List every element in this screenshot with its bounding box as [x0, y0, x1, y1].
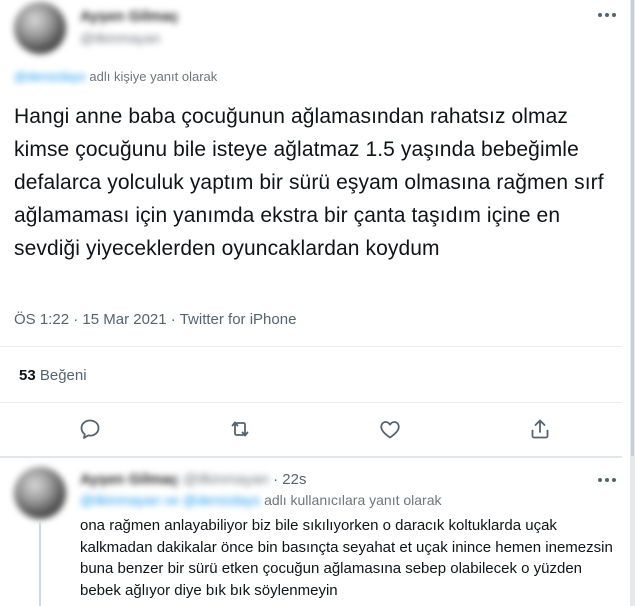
likes-label: Beğeni — [39, 367, 87, 384]
reply-button[interactable] — [77, 416, 103, 442]
reply-avatar[interactable] — [14, 467, 66, 519]
like-button[interactable] — [377, 416, 403, 442]
like-icon — [380, 421, 400, 439]
retweet-button[interactable] — [227, 416, 253, 442]
reply-context: @ilkinmayan ve @denizdays adlı kullanıcı… — [80, 492, 442, 508]
tweet-text: Hangi anne baba çocuğunun ağlamasından r… — [14, 105, 604, 260]
avatar[interactable] — [14, 2, 66, 54]
scrollbar-thumb[interactable] — [631, 0, 634, 456]
likes-summary[interactable]: 53 Beğeni — [19, 367, 87, 384]
main-tweet: Ayşen Gilmaç @ilkinmayan @denizdays adlı… — [0, 0, 635, 456]
tweet-source[interactable]: Twitter for iPhone — [180, 311, 297, 328]
share-icon — [531, 419, 549, 439]
reply-header: Ayşen Gilmaç @ilkinmayan · 22s — [80, 471, 306, 488]
meta-separator: · — [170, 311, 176, 328]
reply-mention-link[interactable]: @denizdays — [14, 69, 86, 84]
reply-text: ona rağmen anlayabiliyor biz bile sıkılı… — [80, 517, 613, 599]
tweet-meta: ÖS 1:22 · 15 Mar 2021 · Twitter for iPho… — [14, 311, 296, 328]
divider — [0, 346, 622, 347]
share-button[interactable] — [527, 416, 553, 442]
reply-icon — [80, 419, 100, 439]
author-name[interactable]: Ayşen Gilmaç — [80, 8, 179, 25]
reply-time[interactable]: 22s — [282, 471, 306, 488]
tweet-date[interactable]: 15 Mar 2021 — [82, 311, 166, 328]
reply-author-name[interactable]: Ayşen Gilmaç — [80, 471, 179, 488]
reply-separator: · — [273, 471, 279, 488]
divider — [0, 402, 622, 403]
likes-count: 53 — [19, 367, 36, 384]
meta-separator: · — [73, 311, 79, 328]
reply-context: @denizdays adlı kişiye yanıt olarak — [14, 69, 217, 84]
reply-context-label: adlı kullanıcılara yanıt olarak — [264, 492, 442, 508]
tweet-time[interactable]: ÖS 1:22 — [14, 311, 69, 328]
reply-context-label: adlı kişiye yanıt olarak — [89, 69, 218, 84]
reply-author-handle[interactable]: @ilkinmayan — [183, 471, 269, 488]
more-horizontal-icon[interactable] — [597, 11, 617, 19]
retweet-icon — [231, 421, 249, 437]
author-handle[interactable]: @ilkinmayan — [80, 30, 160, 46]
reply-mentions-link[interactable]: @ilkinmayan ve @denizdays — [80, 492, 260, 508]
tweet-separator — [0, 456, 622, 458]
more-horizontal-icon[interactable] — [597, 476, 617, 484]
thread-line — [39, 522, 41, 606]
